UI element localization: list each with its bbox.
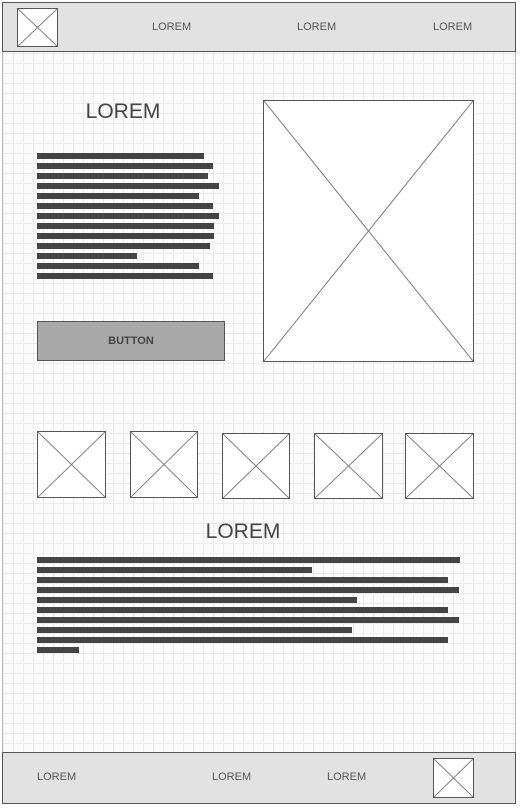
header-logo-image-placeholder-icon[interactable] <box>17 8 58 47</box>
header-nav-link-2[interactable]: LOREM <box>297 21 336 33</box>
section-title: LOREM <box>205 520 281 543</box>
text-line <box>37 627 352 633</box>
gallery-image-placeholder-icon[interactable] <box>222 433 290 499</box>
text-line <box>37 263 199 269</box>
text-line <box>37 587 459 593</box>
text-line <box>37 597 357 603</box>
text-line <box>37 173 208 179</box>
hero-button[interactable]: BUTTON <box>37 321 225 361</box>
text-line <box>37 223 214 229</box>
text-line <box>37 193 199 199</box>
gallery-image-placeholder-icon[interactable] <box>314 433 383 499</box>
footer-nav-link-3[interactable]: LOREM <box>327 771 366 783</box>
text-line <box>37 183 219 189</box>
footer-logo-image-placeholder-icon[interactable] <box>433 758 474 798</box>
text-line <box>37 213 219 219</box>
text-line <box>37 233 214 239</box>
gallery-image-placeholder-icon[interactable] <box>405 433 474 499</box>
text-line <box>37 253 137 259</box>
text-line <box>37 647 79 653</box>
footer-nav-link-2[interactable]: LOREM <box>212 771 251 783</box>
gallery-image-placeholder-icon[interactable] <box>37 431 106 498</box>
text-line <box>37 163 213 169</box>
text-line <box>37 273 213 279</box>
footer-nav-link-1[interactable]: LOREM <box>37 771 76 783</box>
hero-image-placeholder-icon <box>263 100 474 362</box>
text-line <box>37 637 448 643</box>
hero-title: LOREM <box>85 100 161 123</box>
text-line <box>37 607 448 613</box>
header-nav-link-3[interactable]: LOREM <box>433 21 472 33</box>
gallery-image-placeholder-icon[interactable] <box>130 431 198 498</box>
text-line <box>37 203 213 209</box>
text-line <box>37 577 448 583</box>
text-line <box>37 617 459 623</box>
text-line <box>37 243 210 249</box>
text-line <box>37 153 204 159</box>
text-line <box>37 557 460 563</box>
text-line <box>37 567 312 573</box>
header-nav-link-1[interactable]: LOREM <box>152 21 191 33</box>
